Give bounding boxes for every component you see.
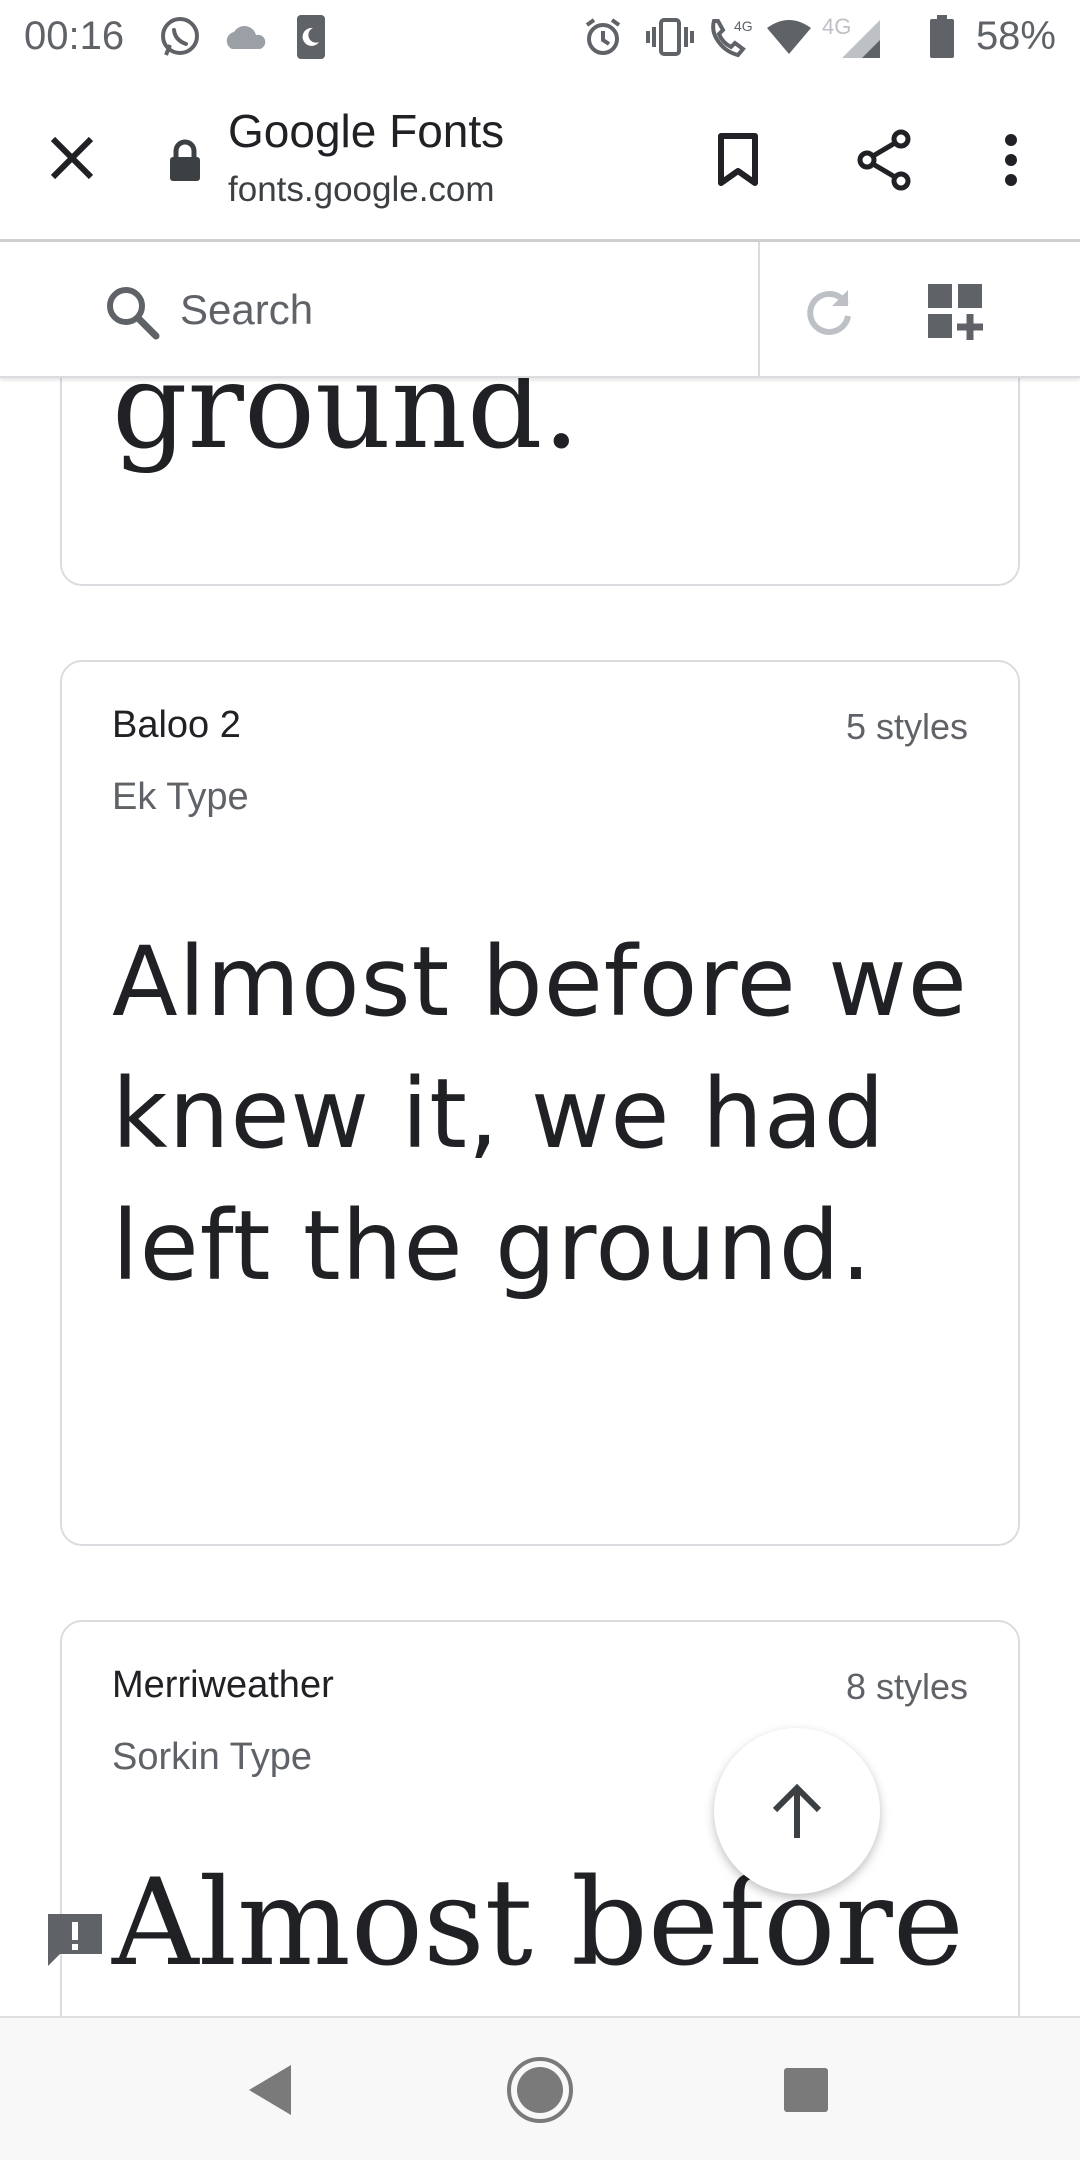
font-card[interactable]: Baloo 2 5 styles Ek Type Almost before w… (60, 660, 1020, 1546)
status-time: 00:16 (24, 14, 125, 58)
font-designer: Sorkin Type (112, 1736, 312, 1778)
recents-button[interactable] (766, 2050, 846, 2130)
share-icon (857, 129, 911, 191)
svg-text:4G: 4G (734, 18, 753, 34)
search-input[interactable]: Search (180, 286, 313, 334)
font-card[interactable]: ground. (60, 378, 1020, 586)
refresh-button[interactable] (796, 278, 862, 344)
lock-icon (160, 132, 210, 190)
page-url[interactable]: fonts.google.com (228, 170, 495, 210)
font-list: ground. Baloo 2 5 styles Ek Type Almost … (0, 378, 1080, 2016)
back-triangle-icon (249, 2065, 291, 2115)
more-vert-icon (1005, 134, 1017, 186)
battery-percentage: 58% (975, 14, 1056, 58)
whatsapp-icon (156, 12, 204, 62)
battery-icon (928, 12, 956, 62)
volte-call-icon: 4G (706, 12, 756, 62)
scroll-to-top-button[interactable] (714, 1728, 880, 1894)
feedback-button[interactable] (44, 1910, 106, 1972)
browser-toolbar: Google Fonts fonts.google.com (0, 74, 1080, 242)
share-button[interactable] (844, 120, 924, 200)
back-button[interactable] (230, 2050, 310, 2130)
font-sample-text: ground. (112, 378, 581, 475)
font-styles-count: 5 styles (845, 706, 968, 747)
refresh-icon (807, 290, 851, 335)
font-family-name: Merriweather (112, 1664, 334, 1706)
cloud-icon (220, 12, 272, 62)
close-icon (50, 136, 94, 180)
add-to-collection-icon (928, 284, 983, 340)
home-circle-icon (507, 2057, 573, 2123)
font-designer: Ek Type (112, 776, 249, 818)
status-bar: 00:16 4G 4G 58% (0, 0, 1080, 74)
search-icon (100, 280, 164, 344)
search-divider (758, 242, 760, 378)
recents-square-icon (784, 2068, 828, 2112)
mobile-signal-icon: 4G (822, 12, 882, 62)
font-styles-count: 8 styles (845, 1666, 968, 1707)
network-type-label: 4G (822, 14, 852, 39)
page-title: Google Fonts (228, 105, 505, 157)
home-button[interactable] (500, 2050, 580, 2130)
system-nav-bar (0, 2016, 1080, 2160)
more-options-button[interactable] (986, 120, 1036, 200)
bookmark-icon (718, 133, 758, 186)
add-to-collection-button[interactable] (922, 278, 990, 346)
font-family-name: Baloo 2 (112, 704, 241, 746)
arrow-up-icon (772, 1783, 822, 1838)
phone-moon-icon (294, 12, 328, 62)
feedback-icon (48, 1914, 102, 1966)
vibrate-icon (644, 12, 696, 62)
wifi-icon (764, 12, 814, 62)
bookmark-button[interactable] (700, 122, 776, 198)
close-button[interactable] (36, 122, 108, 194)
font-sample-text: Almost before we knew it, we had left th… (112, 926, 968, 1302)
font-search-bar: Search (0, 242, 1080, 378)
alarm-icon (582, 12, 624, 62)
